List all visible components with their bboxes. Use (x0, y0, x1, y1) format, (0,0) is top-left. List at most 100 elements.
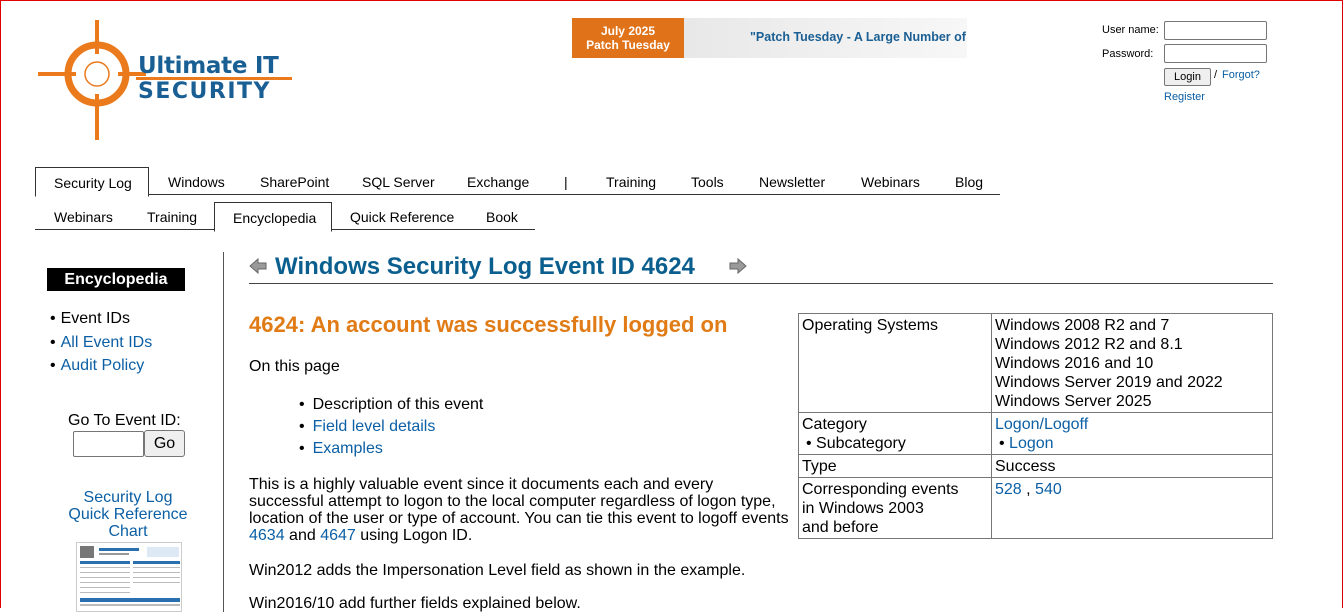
sidebar-title: Encyclopedia (47, 268, 185, 291)
chart-thumbnail-icon (80, 546, 180, 606)
register-link[interactable]: Register (1164, 91, 1205, 103)
event-heading: 4624: An account was successfully logged… (249, 312, 728, 337)
site-logo[interactable]: Ultimate IT SECURITY (36, 20, 296, 142)
tab-windows[interactable]: Windows (168, 166, 225, 195)
sidebar-item-audit-policy[interactable]: Audit Policy (50, 354, 152, 378)
corresponding-label-cell: Corresponding events in Windows 2003 and… (798, 477, 992, 539)
description-text: This is a highly valuable event since it… (249, 476, 789, 527)
type-label: Type (798, 454, 992, 478)
description-paragraph: This is a highly valuable event since it… (249, 476, 789, 544)
corresponding-value-cell: 528 , 540 (991, 477, 1273, 539)
event-4634-link[interactable]: 4634 (249, 527, 285, 544)
os-label: Operating Systems (798, 313, 992, 413)
nav-separator: | (564, 174, 568, 190)
category-value-cell: Logon/Logoff • Logon (991, 412, 1273, 455)
tab-tools[interactable]: Tools (691, 166, 724, 195)
corresponding-label: and before (802, 519, 879, 536)
toc-item-field-details[interactable]: Field level details (299, 416, 483, 438)
sidebar-divider (223, 252, 224, 612)
sidebar-item-all-event-ids[interactable]: All Event IDs (50, 331, 153, 355)
table-row: Operating Systems Windows 2008 R2 and 7 … (798, 313, 1273, 413)
username-field[interactable] (1164, 21, 1267, 40)
sidebar-item-label[interactable]: All Event IDs (61, 334, 153, 351)
sidebar-list: Event IDs All Event IDs Audit Policy (50, 307, 153, 378)
os-value: Windows 2008 R2 and 7 (995, 317, 1170, 334)
event-4647-link[interactable]: 4647 (320, 527, 356, 544)
table-row: Type Success (798, 454, 1273, 478)
toc-item-label[interactable]: Examples (313, 440, 383, 457)
banner-tag-line1: July 2025 (600, 24, 656, 38)
previous-arrow-icon[interactable] (249, 257, 267, 275)
type-value: Success (991, 454, 1273, 478)
table-row: Category • Subcategory Logon/Logoff • Lo… (798, 412, 1273, 455)
subcategory-value-row: • Logon (999, 435, 1054, 452)
qref-line2: Quick Reference (68, 506, 188, 523)
subcategory-link[interactable]: Logon (1009, 435, 1054, 452)
toc-item-examples[interactable]: Examples (299, 438, 483, 460)
password-label: Password: (1102, 48, 1154, 60)
subtab-webinars[interactable]: Webinars (54, 201, 113, 230)
os-value: Windows Server 2019 and 2022 (995, 374, 1223, 391)
os-value: Windows 2012 R2 and 8.1 (995, 336, 1183, 353)
login-separator: / (1214, 69, 1218, 81)
tab-training[interactable]: Training (606, 166, 656, 195)
go-button[interactable]: Go (144, 430, 185, 457)
event-528-link[interactable]: 528 (995, 481, 1022, 498)
page-title: Windows Security Log Event ID 4624 (275, 253, 695, 280)
subtab-quick-reference[interactable]: Quick Reference (350, 201, 454, 230)
sidebar-item-label: Event IDs (60, 310, 130, 327)
corresponding-label: Corresponding events (802, 481, 959, 498)
description-and: and (284, 527, 321, 544)
event-info-table: Operating Systems Windows 2008 R2 and 7 … (798, 313, 1273, 539)
os-values: Windows 2008 R2 and 7 Windows 2012 R2 an… (991, 313, 1273, 413)
next-arrow-icon[interactable] (729, 257, 747, 275)
corresponding-separator: , (1021, 481, 1036, 498)
toc-item-label[interactable]: Field level details (313, 418, 436, 435)
news-banner[interactable]: July 2025 Patch Tuesday "Patch Tuesday -… (572, 18, 967, 58)
description-tail: using Logon ID. (355, 527, 473, 544)
subtab-book[interactable]: Book (486, 201, 518, 230)
toc-item-label: Description of this event (312, 396, 484, 413)
toc-item-description: Description of this event (299, 394, 484, 416)
corresponding-label: in Windows 2003 (802, 500, 924, 517)
category-link[interactable]: Logon/Logoff (995, 415, 1269, 434)
event-540-link[interactable]: 540 (1035, 481, 1062, 498)
subcategory-label: Subcategory (816, 435, 906, 452)
subtab-training[interactable]: Training (147, 201, 197, 230)
category-cell: Category • Subcategory (798, 412, 992, 455)
os-value: Windows Server 2025 (995, 393, 1152, 410)
table-row: Corresponding events in Windows 2003 and… (798, 477, 1273, 539)
tab-exchange[interactable]: Exchange (467, 166, 529, 195)
username-label: User name: (1102, 24, 1159, 36)
category-label: Category (802, 416, 867, 433)
sidebar-item-label[interactable]: Audit Policy (61, 357, 145, 374)
goto-label: Go To Event ID: (68, 412, 181, 429)
tab-webinars[interactable]: Webinars (861, 166, 920, 195)
login-button[interactable]: Login (1164, 68, 1211, 86)
banner-headline[interactable]: "Patch Tuesday - A Large Number of (750, 30, 967, 44)
table-of-contents: Description of this event Field level de… (299, 394, 484, 460)
on-this-page-label: On this page (249, 358, 340, 375)
forgot-password-link[interactable]: Forgot? (1222, 69, 1260, 81)
qref-line3: Chart (108, 523, 148, 540)
password-field[interactable] (1164, 44, 1267, 63)
win2016-paragraph: Win2016/10 add further fields explained … (249, 595, 581, 612)
sub-nav: Webinars Training Encyclopedia Quick Ref… (35, 201, 535, 232)
tab-security-log[interactable]: Security Log (35, 167, 149, 197)
qref-line1: Security Log (83, 489, 173, 506)
title-row: Windows Security Log Event ID 4624 (249, 250, 1273, 284)
win2012-paragraph: Win2012 adds the Impersonation Level fie… (249, 562, 746, 579)
tab-blog[interactable]: Blog (955, 166, 983, 195)
tab-newsletter[interactable]: Newsletter (759, 166, 825, 195)
banner-tag: July 2025 Patch Tuesday (572, 18, 684, 58)
quick-reference-thumbnail[interactable] (76, 542, 182, 612)
banner-tag-line2: Patch Tuesday (586, 38, 670, 52)
main-nav: Security Log Windows SharePoint SQL Serv… (35, 166, 1000, 197)
subtab-encyclopedia[interactable]: Encyclopedia (214, 202, 332, 232)
tab-sharepoint[interactable]: SharePoint (260, 166, 329, 195)
event-id-input[interactable] (73, 431, 144, 457)
subcategory-row: • Subcategory (806, 435, 906, 452)
logo-underline (136, 77, 292, 80)
tab-sql-server[interactable]: SQL Server (362, 166, 435, 195)
quick-reference-link[interactable]: Security Log Quick Reference Chart (58, 489, 198, 540)
